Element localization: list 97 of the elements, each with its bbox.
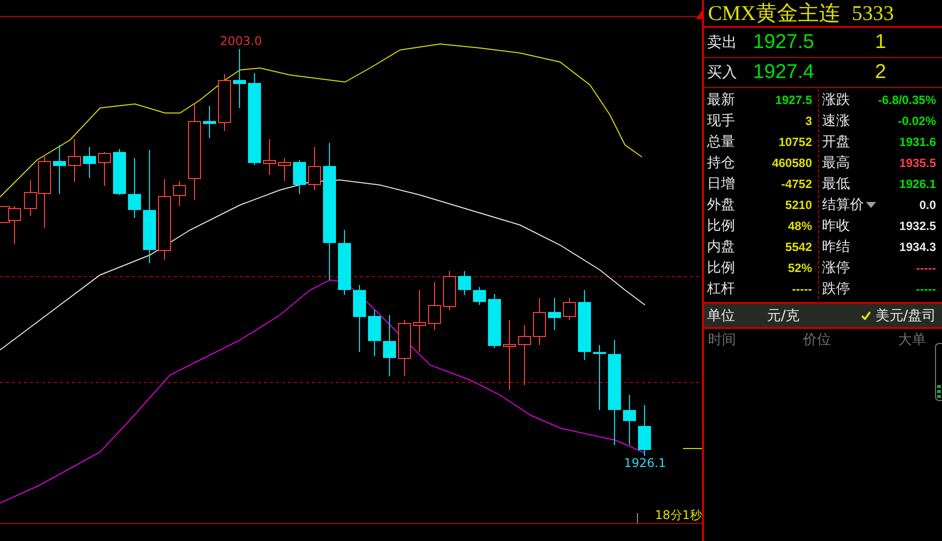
stat-value: 0.0 (919, 198, 936, 212)
stat-value: 1932.5 (899, 218, 936, 232)
candlestick (473, 286, 486, 306)
unit-option[interactable]: 美元/盘司 (861, 306, 936, 324)
candlestick (233, 48, 246, 108)
candlestick (563, 298, 576, 320)
stat-label: 昨收 (822, 216, 850, 234)
stat-label: 持仓 (707, 154, 735, 172)
candlestick (293, 160, 306, 194)
candlestick (173, 180, 186, 206)
candlestick (413, 290, 426, 352)
order-volume: 2 (874, 61, 888, 84)
candlestick (368, 310, 381, 356)
stat-label: 外盘 (707, 196, 735, 214)
stat-label: 最低 (822, 174, 850, 192)
candlestick (533, 298, 546, 346)
stat-value: 460580 (772, 156, 812, 170)
order-label: 卖出 (707, 33, 738, 52)
column-header: 价位 (803, 331, 831, 349)
stat-label: 开盘 (822, 132, 850, 150)
candlestick (68, 138, 81, 182)
caret-icon (866, 202, 876, 208)
stat-label: 现手 (707, 112, 735, 130)
high-price-label: 2003.0 (220, 34, 262, 48)
candlestick (263, 138, 276, 176)
stat-label: 昨结 (822, 238, 850, 256)
settlement-dropdown[interactable]: 结算价 (822, 196, 876, 214)
candlestick (383, 314, 396, 376)
column-header: 时间 (708, 331, 736, 349)
stat-value: 10752 (778, 134, 812, 148)
stat-value: 1927.5 (775, 92, 812, 106)
stat-label: 比例 (707, 216, 735, 234)
candlestick (398, 320, 411, 376)
candlestick (428, 282, 441, 330)
low-price-label: 1926.1 (624, 456, 666, 470)
unit-label: 单位 (707, 306, 736, 324)
stat-value: -0.02% (898, 114, 936, 128)
stat-label: 跌停 (822, 280, 850, 298)
candlestick (638, 404, 651, 456)
tick-mark (637, 512, 638, 524)
marker-triangle-icon (696, 9, 703, 19)
candlestick (578, 290, 591, 360)
candlestick (308, 146, 321, 190)
stat-label: 日增 (707, 174, 735, 192)
candlestick (53, 144, 66, 194)
candlestick (443, 270, 456, 310)
candlestick (518, 324, 531, 386)
candlestick (458, 270, 471, 296)
stat-label: 总量 (707, 132, 735, 150)
candlestick (278, 158, 291, 182)
stat-value: 1931.6 (899, 134, 936, 148)
candlestick (623, 394, 636, 446)
order-price: 1927.4 (753, 61, 816, 84)
candlestick (218, 74, 231, 132)
candlestick (128, 158, 141, 218)
stat-value: 5542 (785, 240, 812, 254)
candlestick (113, 148, 126, 196)
candlestick (83, 146, 96, 178)
stat-value: -4752 (781, 176, 812, 190)
column-header: 大单 (898, 331, 926, 349)
stat-value: ----- (916, 282, 936, 296)
candlestick (353, 284, 366, 352)
stat-value: 52% (788, 260, 812, 274)
stat-value: 1926.1 (899, 176, 936, 190)
stat-label: 内盘 (707, 238, 735, 256)
price-level-line (682, 448, 702, 449)
order-volume: 1 (874, 31, 888, 54)
checkmark-icon (861, 311, 872, 320)
stat-value: 5210 (785, 198, 812, 212)
stat-value: 1934.3 (899, 240, 936, 254)
stat-value: ----- (916, 260, 936, 274)
instrument-name: CMX黄金主连 (708, 0, 840, 27)
candlestick (338, 230, 351, 296)
order-price: 1927.5 (753, 31, 816, 54)
stat-label: 比例 (707, 258, 735, 276)
candlestick (488, 294, 501, 348)
stat-label: 速涨 (822, 112, 850, 130)
stat-label: 涨跌 (822, 90, 850, 108)
stat-value: 48% (788, 218, 812, 232)
volume-gauge-icon (935, 343, 942, 401)
order-label: 买入 (707, 63, 738, 82)
stat-value: 3 (805, 114, 812, 128)
candlestick (548, 298, 561, 330)
stat-label: 最高 (822, 154, 850, 172)
stat-value: -6.8/0.35% (878, 92, 936, 106)
candlestick (593, 344, 606, 410)
stat-label: 最新 (707, 90, 735, 108)
candlestick (503, 320, 516, 390)
stat-label: 涨停 (822, 258, 850, 276)
unit-option[interactable]: 元/克 (767, 306, 800, 324)
instrument-code: 5333 (852, 0, 894, 26)
candlestick (98, 152, 111, 186)
stat-label: 杠杆 (707, 280, 735, 298)
stat-value: ----- (792, 282, 812, 296)
candlestick (203, 106, 216, 138)
stat-value: 1935.5 (899, 156, 936, 170)
countdown-timer: 18分1秒 (655, 507, 702, 524)
